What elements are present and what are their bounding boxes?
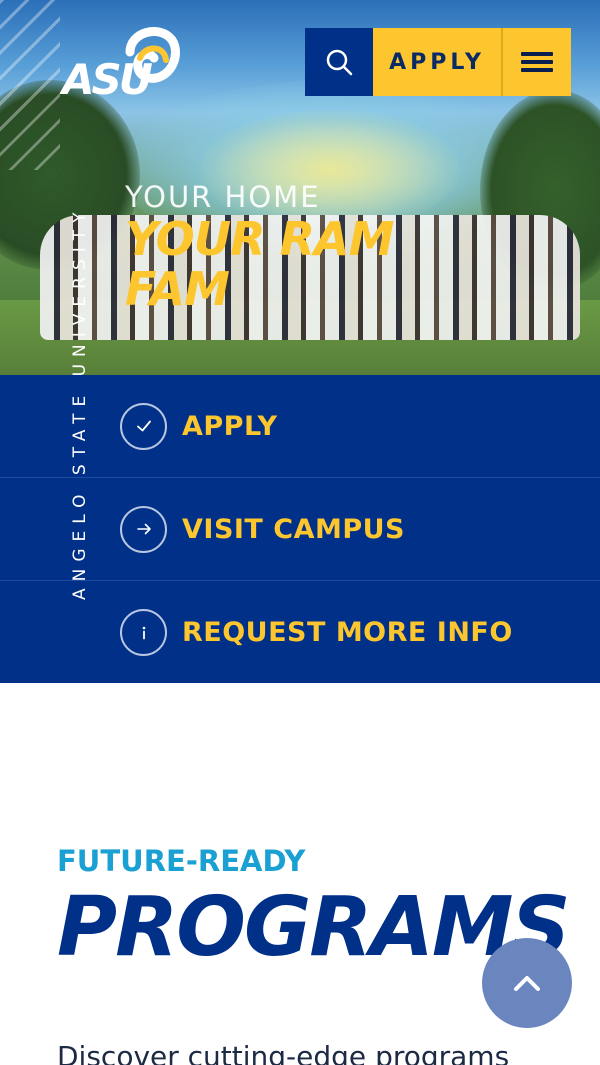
hero-tagline-main: YOUR RAM FAM [125,212,394,316]
menu-button[interactable] [503,28,571,96]
arrow-right-icon [120,505,167,553]
check-icon [120,402,167,450]
decorative-stripes [0,0,60,170]
header-actions: APPLY [305,28,571,96]
cta-request-info-label: REQUEST MORE INFO [182,617,513,648]
university-vertical-label: ANGELO STATE UNIVERSITY [66,140,94,600]
header-apply-button[interactable]: APPLY [373,28,503,96]
hamburger-menu-icon [521,48,553,76]
programs-description: Discover cutting-edge programs [57,1040,510,1065]
cta-apply-label: APPLY [182,410,278,442]
info-icon [120,609,167,656]
svg-text:ASU: ASU [60,55,153,100]
hero-tagline-top: YOUR HOME [125,180,321,214]
vertical-label-text: ANGELO STATE UNIVERSITY [70,205,90,600]
asu-logo-graphic: ASU [59,27,180,104]
search-button[interactable] [305,28,373,96]
chevron-up-icon [514,976,540,991]
scroll-to-top-button[interactable] [482,938,572,1028]
search-icon [326,49,353,76]
programs-eyebrow: FUTURE-READY [57,844,306,878]
asu-logo[interactable]: ASU [59,22,180,104]
cta-visit-campus-label: VISIT CAMPUS [182,513,405,545]
